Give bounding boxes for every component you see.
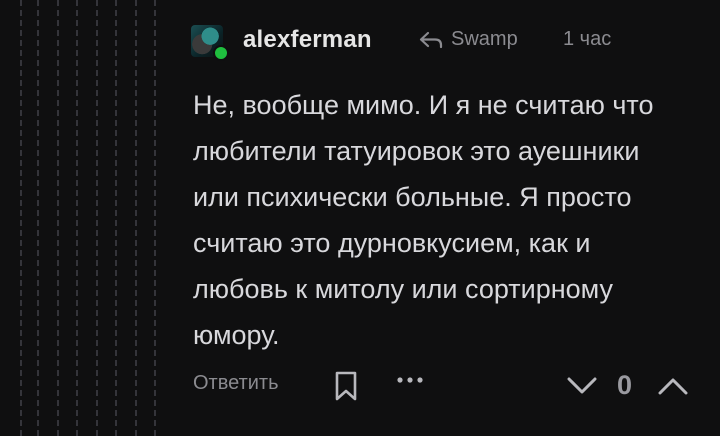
comment-header: alexferman Swamp 1 час	[191, 20, 711, 61]
reply-arrow-icon	[419, 31, 443, 49]
avatar[interactable]	[191, 25, 229, 61]
comment-time: 1 час	[563, 28, 612, 50]
reply-to-link[interactable]: Swamp	[419, 28, 518, 51]
rating-value: 0	[617, 370, 633, 400]
comment: alexferman Swamp 1 час Не, вообще мимо. …	[191, 20, 711, 401]
bookmark-icon[interactable]	[333, 370, 359, 407]
thread-line	[57, 0, 59, 436]
chevron-up-icon[interactable]	[657, 374, 689, 403]
thread-line	[135, 0, 137, 436]
reply-to-name: Swamp	[451, 28, 518, 50]
comment-text: Не, вообще мимо. И я не считаю что любит…	[193, 90, 654, 350]
thread-line	[96, 0, 98, 436]
comment-actions: Ответить 0	[191, 368, 711, 408]
thread-line	[20, 0, 22, 436]
reply-button[interactable]: Ответить	[193, 372, 279, 395]
thread-line	[115, 0, 117, 436]
thread-line	[76, 0, 78, 436]
chevron-down-icon[interactable]	[566, 374, 598, 403]
more-dots-icon[interactable]	[395, 370, 425, 395]
thread-lines	[0, 0, 170, 436]
thread-line	[37, 0, 39, 436]
thread-line	[154, 0, 156, 436]
online-status-dot	[213, 45, 229, 61]
author-name[interactable]: alexferman	[243, 26, 372, 54]
